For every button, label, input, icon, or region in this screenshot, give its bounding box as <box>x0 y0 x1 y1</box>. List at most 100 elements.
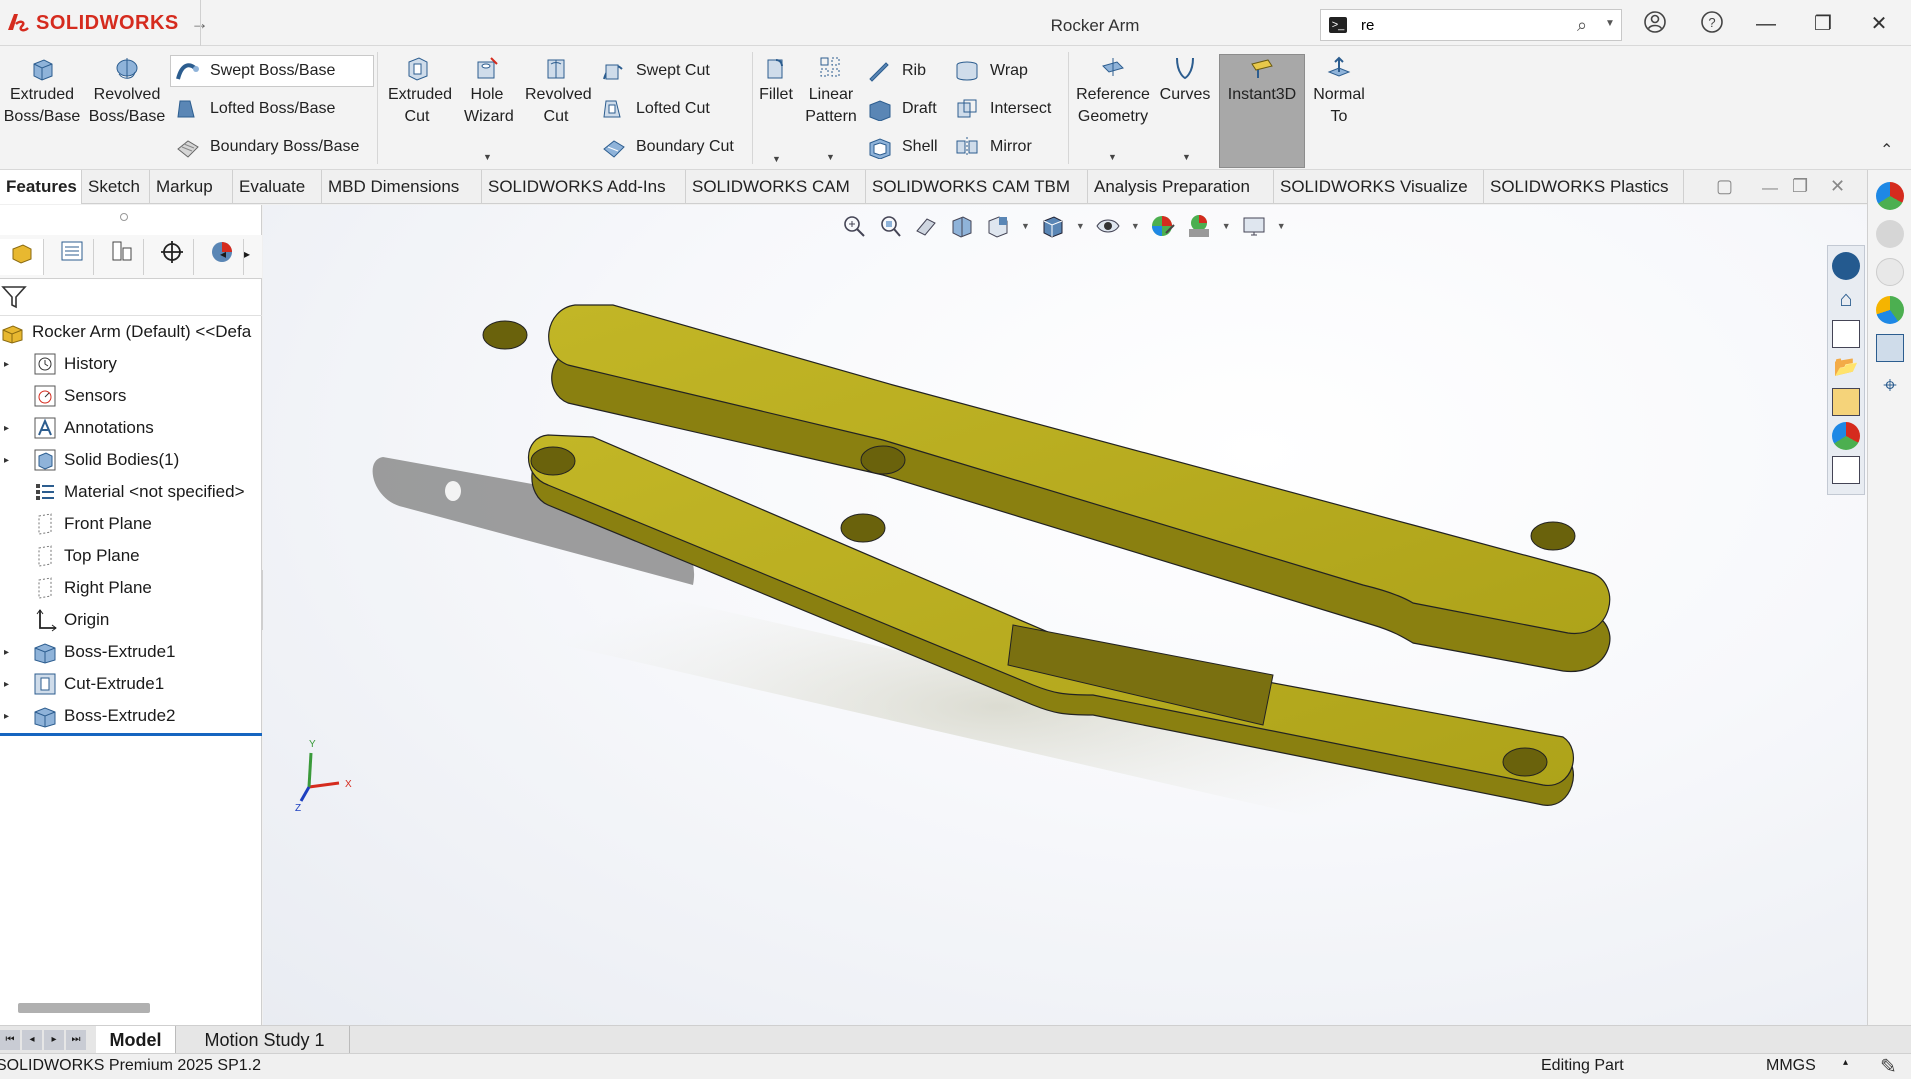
property-manager-tab-icon[interactable] <box>50 239 94 275</box>
design-library-icon[interactable] <box>1832 320 1860 348</box>
graphics-area[interactable]: ▼ ▼ ▼ ▼ ▼ X Y Z ⌂ 📂 <box>263 205 1867 1025</box>
expand-arrow-icon[interactable]: ▸ <box>4 455 16 466</box>
curves-dropdown-icon[interactable]: ▼ <box>1182 152 1191 162</box>
rollback-bar[interactable] <box>0 733 262 736</box>
tab-markup[interactable]: Markup <box>150 170 233 204</box>
viewport-close-icon[interactable]: ✕ <box>1830 176 1845 197</box>
tab-mbd-dimensions[interactable]: MBD Dimensions <box>322 170 482 204</box>
design-library-tab-icon[interactable] <box>1876 220 1904 248</box>
hole-wizard-button[interactable]: Hole Wizard <box>456 54 518 128</box>
file-explorer-icon[interactable]: 📂 <box>1832 354 1860 382</box>
tree-item-material[interactable]: Material <not specified> <box>0 477 262 507</box>
viewport-restore-icon[interactable]: ❐ <box>1792 176 1808 197</box>
next-tab-icon[interactable]: ▸ <box>44 1030 64 1050</box>
first-tab-icon[interactable]: ⏮ <box>0 1030 20 1050</box>
view-cube-icon[interactable] <box>1832 252 1860 280</box>
wrap-button[interactable]: Wrap <box>954 56 1028 86</box>
shell-button[interactable]: Shell <box>866 132 938 162</box>
home-view-icon[interactable]: ⌂ <box>1832 286 1860 314</box>
reference-geometry-button[interactable]: Reference Geometry <box>1072 54 1154 128</box>
lofted-cut-button[interactable]: Lofted Cut <box>600 94 710 124</box>
swept-boss-base-button[interactable]: Swept Boss/Base <box>174 56 335 86</box>
normal-to-button[interactable]: Normal To <box>1306 54 1372 128</box>
linear-pattern-dropdown-icon[interactable]: ▼ <box>826 152 835 162</box>
minimize-window-button[interactable]: — <box>1751 10 1781 38</box>
instant3d-button[interactable]: Instant3D <box>1219 54 1305 106</box>
search-icon[interactable]: ⌕ <box>1577 15 1587 36</box>
custom-properties-tab-icon[interactable] <box>1876 334 1904 362</box>
mirror-button[interactable]: Mirror <box>954 132 1032 162</box>
file-explorer-tab-icon[interactable] <box>1876 258 1904 286</box>
boundary-boss-base-button[interactable]: Boundary Boss/Base <box>174 132 359 162</box>
tab-motion-study-1[interactable]: Motion Study 1 <box>180 1026 350 1054</box>
scroll-tabs-left-icon[interactable]: ◂ <box>220 247 226 261</box>
tree-item-boss-extrude1[interactable]: ▸ Boss-Extrude1 <box>0 637 262 667</box>
units-dropdown-icon[interactable]: ▴ <box>1843 1057 1848 1068</box>
tree-item-origin[interactable]: Origin <box>0 605 262 635</box>
curves-button[interactable]: Curves <box>1158 54 1212 106</box>
tree-item-right-plane[interactable]: Right Plane <box>0 573 262 603</box>
search-input[interactable] <box>1361 15 1561 35</box>
tree-item-history[interactable]: ▸ History <box>0 349 262 379</box>
draft-button[interactable]: Draft <box>866 94 937 124</box>
solidworks-resources-icon[interactable] <box>1876 182 1904 210</box>
fillet-dropdown-icon[interactable]: ▼ <box>772 154 781 164</box>
extruded-cut-button[interactable]: Extruded Cut <box>380 54 454 128</box>
appearances-tab-icon[interactable] <box>1876 296 1904 324</box>
scroll-tabs-right-icon[interactable]: ▸ <box>244 247 250 261</box>
tree-item-annotations[interactable]: ▸ Annotations <box>0 413 262 443</box>
rocker-arm-model[interactable] <box>263 205 1867 1025</box>
solidworks-logo[interactable]: SOLIDWORKS → <box>4 10 209 36</box>
expand-arrow-icon[interactable]: ▸ <box>4 423 16 434</box>
revolved-cut-button[interactable]: Revolved Cut <box>520 54 592 128</box>
tree-item-front-plane[interactable]: Front Plane <box>0 509 262 539</box>
custom-properties-icon[interactable] <box>1832 456 1860 484</box>
reference-geometry-dropdown-icon[interactable]: ▼ <box>1108 152 1117 162</box>
hole-wizard-dropdown-icon[interactable]: ▼ <box>483 152 492 162</box>
panel-grip-icon[interactable] <box>120 213 128 221</box>
viewport-tile-icon[interactable]: ▢ <box>1716 176 1733 197</box>
search-dropdown-icon[interactable]: ▼ <box>1605 18 1615 29</box>
revolved-boss-base-button[interactable]: Revolved Boss/Base <box>86 54 168 128</box>
filter-icon[interactable] <box>0 283 28 315</box>
user-account-icon[interactable] <box>1640 10 1670 38</box>
tree-item-solid-bodies[interactable]: ▸ Solid Bodies(1) <box>0 445 262 475</box>
tree-item-boss-extrude2[interactable]: ▸ Boss-Extrude2 <box>0 701 262 731</box>
extruded-boss-base-button[interactable]: Extruded Boss/Base <box>2 54 82 128</box>
lofted-boss-base-button[interactable]: Lofted Boss/Base <box>174 94 335 124</box>
tab-evaluate[interactable]: Evaluate <box>233 170 322 204</box>
tree-item-top-plane[interactable]: Top Plane <box>0 541 262 571</box>
search-commands-box[interactable]: >_ ⌕ ▼ <box>1320 9 1622 41</box>
tab-model[interactable]: Model <box>96 1026 176 1054</box>
expand-arrow-icon[interactable]: ▸ <box>4 679 16 690</box>
intersect-button[interactable]: Intersect <box>954 94 1051 124</box>
last-tab-icon[interactable]: ⏭ <box>66 1030 86 1050</box>
restore-window-button[interactable]: ❐ <box>1808 10 1838 38</box>
tab-analysis-preparation[interactable]: Analysis Preparation <box>1088 170 1274 204</box>
viewport-minimize-icon[interactable]: — <box>1762 180 1778 198</box>
configuration-manager-tab-icon[interactable] <box>100 239 144 275</box>
close-window-button[interactable]: ✕ <box>1864 10 1894 38</box>
tab-sketch[interactable]: Sketch <box>82 170 150 204</box>
quick-tips-icon[interactable]: ✎ <box>1880 1054 1897 1079</box>
previous-tab-icon[interactable]: ◂ <box>22 1030 42 1050</box>
view-palette-icon[interactable] <box>1832 388 1860 416</box>
dimxpert-tab-icon[interactable] <box>150 239 194 275</box>
tab-solidworks-plastics[interactable]: SOLIDWORKS Plastics <box>1484 170 1684 204</box>
swept-cut-button[interactable]: Swept Cut <box>600 56 710 86</box>
tree-item-cut-extrude1[interactable]: ▸ Cut-Extrude1 <box>0 669 262 699</box>
target-icon[interactable]: ⌖ <box>1876 372 1904 400</box>
help-icon[interactable]: ? <box>1697 10 1727 38</box>
tab-solidworks-add-ins[interactable]: SOLIDWORKS Add-Ins <box>482 170 686 204</box>
expand-arrow-icon[interactable]: ▸ <box>4 647 16 658</box>
linear-pattern-button[interactable]: Linear Pattern <box>800 54 862 128</box>
feature-tree-tab-icon[interactable] <box>0 239 44 275</box>
units-selector[interactable]: MMGS <box>1766 1057 1816 1075</box>
tab-solidworks-visualize[interactable]: SOLIDWORKS Visualize <box>1274 170 1484 204</box>
fillet-button[interactable]: Fillet <box>754 54 798 106</box>
tab-solidworks-cam[interactable]: SOLIDWORKS CAM <box>686 170 866 204</box>
boundary-cut-button[interactable]: Boundary Cut <box>600 132 734 162</box>
appearances-icon[interactable] <box>1832 422 1860 450</box>
collapse-ribbon-icon[interactable]: ⌃ <box>1880 140 1893 160</box>
horizontal-scrollbar[interactable] <box>18 1003 150 1013</box>
